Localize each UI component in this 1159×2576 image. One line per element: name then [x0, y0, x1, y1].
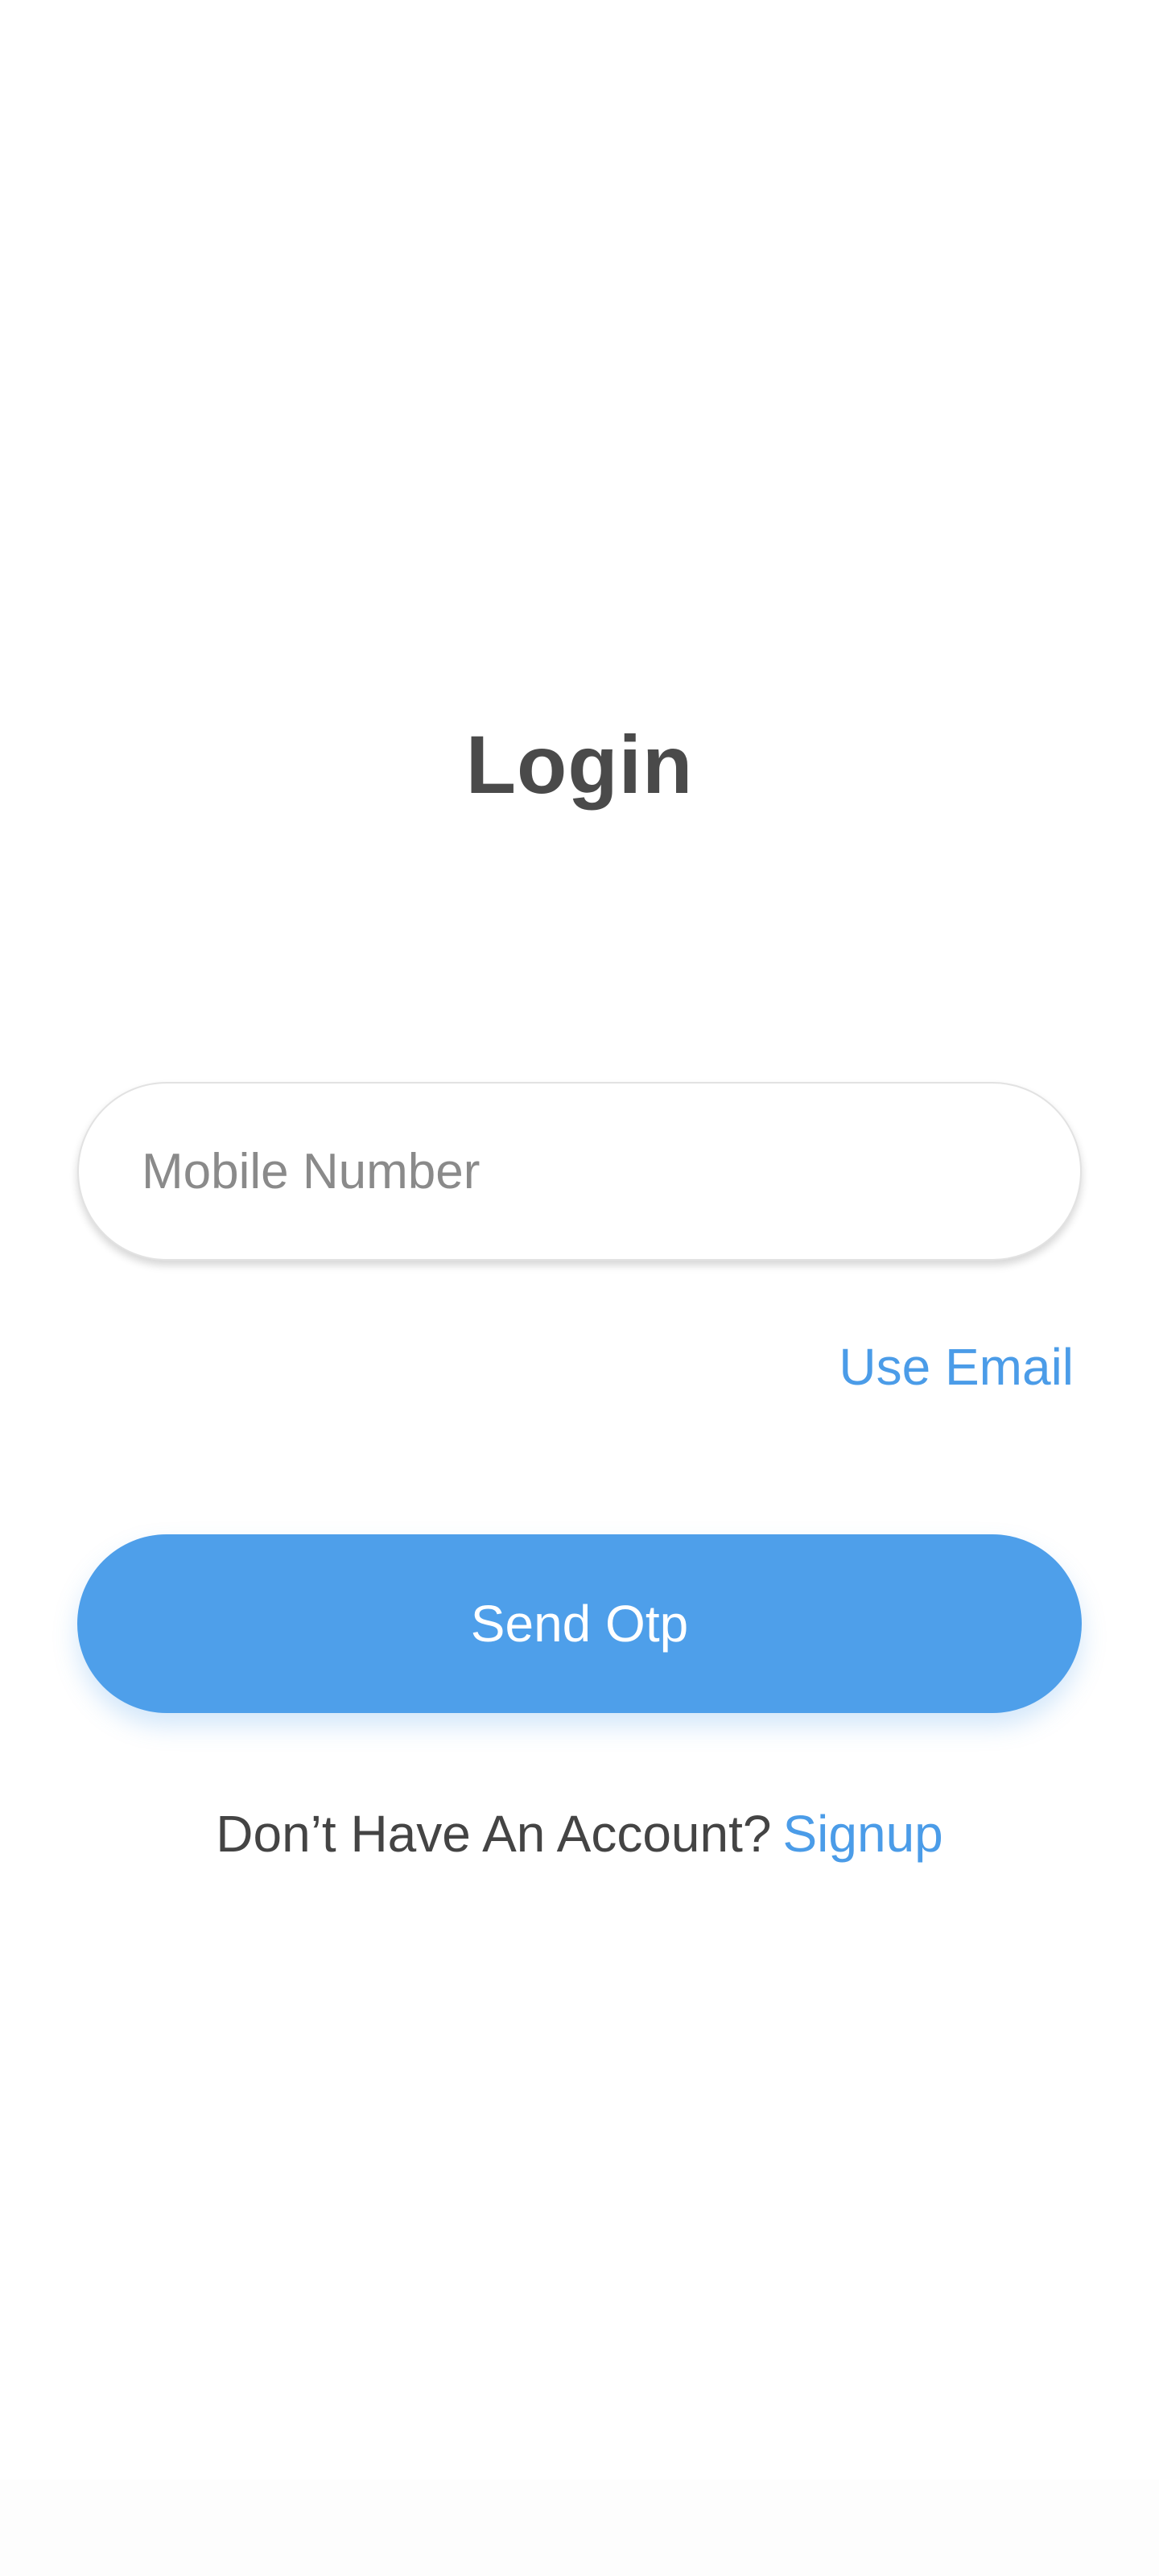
signup-row: Don’t Have An Account? Signup — [0, 1794, 1159, 1874]
login-screen: Login Use Email Send Otp Don’t Have An A… — [0, 0, 1159, 2576]
page-title: Login — [465, 719, 694, 811]
use-email-link[interactable]: Use Email — [839, 1327, 1074, 1407]
mobile-number-input[interactable] — [142, 1084, 1027, 1259]
send-otp-button[interactable]: Send Otp — [77, 1534, 1082, 1713]
signup-link[interactable]: Signup — [782, 1805, 942, 1863]
signup-prompt: Don’t Have An Account? — [216, 1805, 772, 1863]
mobile-number-field[interactable] — [77, 1082, 1082, 1261]
bottom-area — [0, 2479, 1159, 2576]
